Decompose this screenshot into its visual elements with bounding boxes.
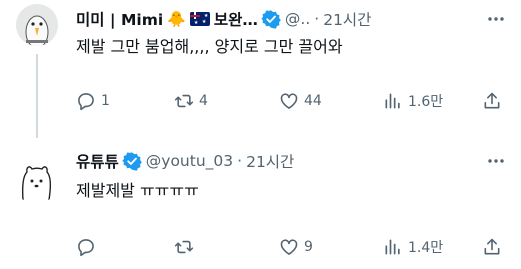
- tweet-text: 제발제발 ㅠㅠㅠㅠ: [76, 181, 199, 200]
- more-icon: [488, 159, 504, 163]
- tweet-text: 제발 그만 붐업해,,,, 양지로 그만 끌어와: [76, 37, 343, 56]
- action-bar: 9 1.4만: [76, 235, 506, 259]
- reply-button[interactable]: [76, 235, 101, 259]
- views-icon: [385, 239, 400, 255]
- chick-emoji: 🐥: [167, 10, 186, 28]
- share-icon: [484, 238, 500, 255]
- display-name[interactable]: 유튜튜: [76, 150, 119, 172]
- views-icon: [385, 93, 400, 109]
- share-button[interactable]: [482, 235, 502, 259]
- like-count: 44: [304, 93, 322, 109]
- retweet-count: 4: [199, 93, 208, 109]
- reply-button[interactable]: 1: [76, 89, 110, 113]
- tweet-header: 미미 | Mimi 🐥 ★ ★ ★ 보완… @.. · 21시간: [76, 8, 371, 30]
- more-icon: [488, 17, 504, 21]
- retweet-icon: [174, 240, 194, 254]
- like-count: 9: [304, 239, 313, 255]
- separator: ·: [237, 152, 243, 170]
- more-button[interactable]: [485, 8, 507, 30]
- penguin-avatar-icon: [16, 4, 58, 46]
- user-handle[interactable]: @youtu_03: [146, 152, 233, 170]
- view-count: 1.4만: [408, 240, 444, 256]
- retweet-button[interactable]: [174, 235, 199, 259]
- reply-count: 1: [101, 93, 110, 109]
- like-button[interactable]: 9: [279, 235, 313, 259]
- timestamp[interactable]: 21시간: [323, 8, 371, 30]
- more-button[interactable]: [485, 150, 507, 172]
- australia-flag-emoji: ★ ★ ★: [189, 12, 210, 26]
- like-button[interactable]: 44: [279, 89, 322, 113]
- avatar[interactable]: [16, 4, 58, 46]
- user-handle[interactable]: @..: [285, 10, 310, 28]
- tweet-1[interactable]: 미미 | Mimi 🐥 ★ ★ ★ 보완… @.. · 21시간 제발 그만 붐…: [0, 0, 521, 138]
- retweet-button[interactable]: 4: [174, 89, 208, 113]
- tweet-2[interactable]: 유튜튜 @youtu_03 · 21시간 제발제발 ㅠㅠㅠㅠ 9 1.4만: [0, 136, 521, 269]
- retweet-icon: [174, 94, 194, 108]
- verified-badge-icon: [261, 10, 281, 29]
- display-name-suffix[interactable]: 보완…: [214, 8, 258, 30]
- heart-icon: [280, 93, 298, 109]
- view-count: 1.6만: [408, 94, 444, 110]
- bear-avatar-icon: [14, 160, 58, 204]
- views-button[interactable]: 1.6만: [383, 89, 443, 113]
- timestamp[interactable]: 21시간: [246, 150, 294, 172]
- avatar[interactable]: [14, 160, 58, 204]
- views-button[interactable]: 1.4만: [383, 235, 443, 259]
- reply-icon: [78, 93, 94, 111]
- separator: ·: [314, 10, 320, 28]
- share-icon: [484, 92, 500, 109]
- heart-icon: [280, 239, 298, 255]
- reply-icon: [78, 239, 94, 257]
- share-button[interactable]: [482, 89, 502, 113]
- verified-badge-icon: [122, 152, 142, 171]
- tweet-header: 유튜튜 @youtu_03 · 21시간: [76, 150, 294, 172]
- thread-line: [36, 54, 38, 138]
- action-bar: 1 4 44 1.6만: [76, 89, 506, 113]
- display-name[interactable]: 미미 | Mimi: [76, 8, 163, 30]
